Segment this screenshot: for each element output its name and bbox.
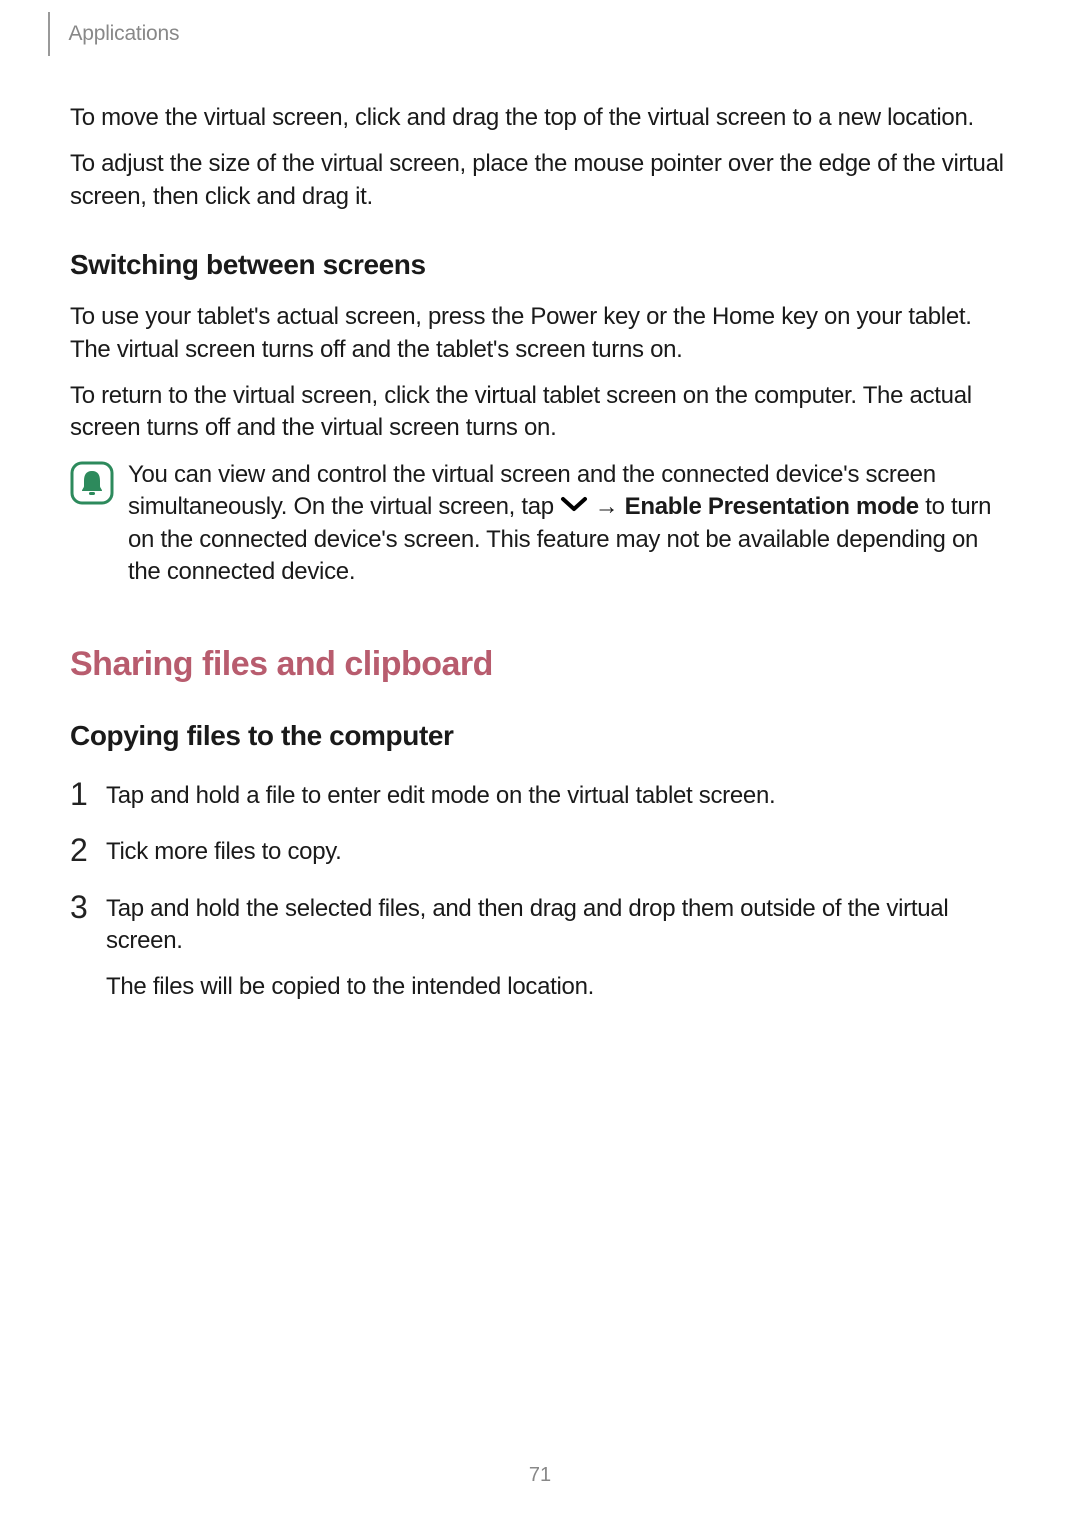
note-bell-icon xyxy=(70,461,114,510)
step-item: 1 Tap and hold a file to enter edit mode… xyxy=(70,780,1010,812)
note-block: You can view and control the virtual scr… xyxy=(70,459,1010,589)
page-header: Applications xyxy=(48,12,179,56)
page-content: To move the virtual screen, click and dr… xyxy=(70,102,1010,1028)
step-number: 3 xyxy=(70,891,106,923)
note-text: You can view and control the virtual scr… xyxy=(128,459,1010,589)
arrow-text: → xyxy=(588,493,624,520)
heading-switching: Switching between screens xyxy=(70,249,1010,281)
step-followup: The files will be copied to the intended… xyxy=(106,971,1010,1003)
step-text: Tick more files to copy. xyxy=(106,836,342,868)
page-number: 71 xyxy=(0,1464,1080,1487)
step-text: Tap and hold a file to enter edit mode o… xyxy=(106,780,775,812)
header-section-label: Applications xyxy=(68,22,179,46)
step-item: 3 Tap and hold the selected files, and t… xyxy=(70,893,1010,1004)
note-bold: Enable Presentation mode xyxy=(625,493,919,520)
paragraph: To use your tablet's actual screen, pres… xyxy=(70,301,1010,366)
paragraph: To return to the virtual screen, click t… xyxy=(70,380,1010,445)
step-number: 2 xyxy=(70,834,106,866)
step-number: 1 xyxy=(70,778,106,810)
steps-list: 1 Tap and hold a file to enter edit mode… xyxy=(70,780,1010,1004)
paragraph: To move the virtual screen, click and dr… xyxy=(70,102,1010,134)
step-text: Tap and hold the selected files, and the… xyxy=(106,893,1010,958)
header-divider xyxy=(48,12,50,56)
heading-sharing: Sharing files and clipboard xyxy=(70,645,1010,684)
paragraph: To adjust the size of the virtual screen… xyxy=(70,148,1010,213)
chevron-down-icon xyxy=(560,490,588,522)
heading-copying: Copying files to the computer xyxy=(70,720,1010,752)
step-item: 2 Tick more files to copy. xyxy=(70,836,1010,868)
